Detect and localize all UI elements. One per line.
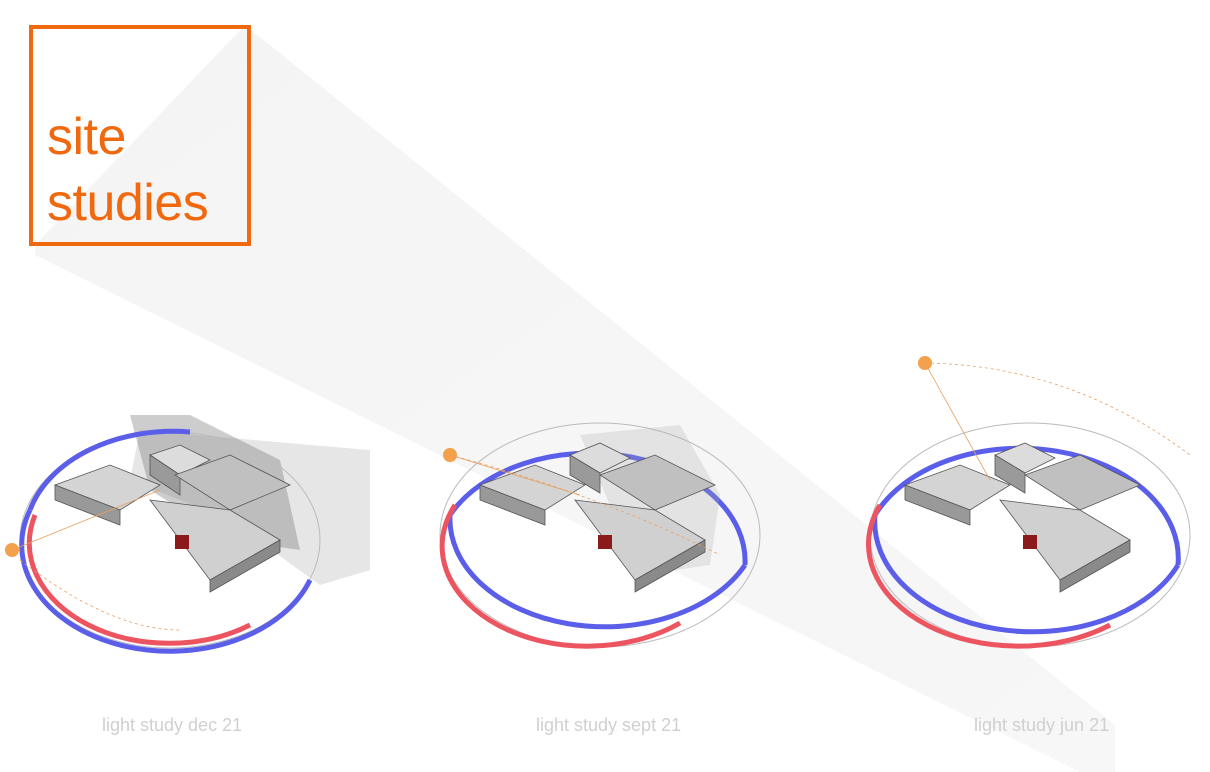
caption-sept: light study sept 21: [536, 715, 682, 735]
caption-dec: light study dec 21: [102, 715, 243, 735]
light-study-jun-diagram: [866, 356, 1191, 649]
caption-jun: light study jun 21: [974, 715, 1110, 735]
